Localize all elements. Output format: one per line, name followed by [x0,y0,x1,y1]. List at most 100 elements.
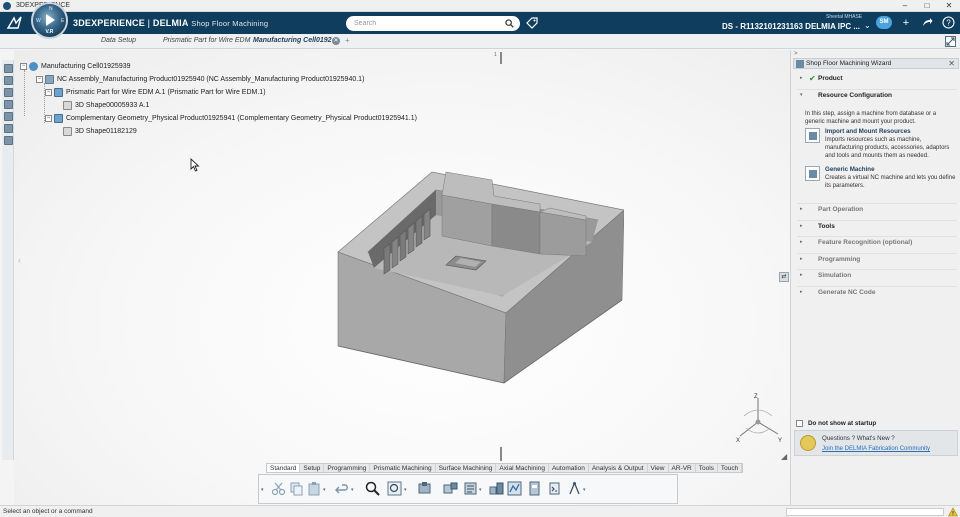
chevron-right-icon[interactable]: > [794,51,798,57]
tree-view-icon[interactable] [4,124,13,133]
tree-node-complementary-geometry[interactable]: − Complementary Geometry_Physical Produc… [45,114,417,123]
wizard-step-product[interactable]: ▸ ✔ Product [797,73,957,85]
add-tab-button[interactable]: + [345,36,350,45]
close-tab-icon[interactable]: ✕ [332,37,340,45]
close-icon[interactable]: ✕ [948,59,955,68]
chevron-down-icon[interactable]: ▾ [261,487,264,493]
resize-corner-icon[interactable]: ◢ [781,452,787,461]
action-tab-automation[interactable]: Automation [549,464,589,472]
share-icon[interactable] [920,16,934,30]
tree-options-icon[interactable] [4,136,13,145]
tree-node-3d-shape-01182129[interactable]: 3D Shape01182129 [63,127,137,136]
chevron-down-icon[interactable]: ▾ [800,92,803,98]
paste-icon[interactable] [307,481,322,496]
tree-collapse-toggle[interactable]: − [20,63,27,70]
chevron-right-icon[interactable]: ▸ [800,256,803,262]
wizard-step-feature-recognition[interactable]: ▸ Feature Recognition (optional) [797,236,957,248]
chevron-right-icon[interactable]: ▸ [800,223,803,229]
help-icon[interactable]: ? [941,16,955,30]
chevron-down-icon[interactable]: ▾ [479,487,482,493]
compass-quadrant-west[interactable]: W [36,18,41,24]
help-question[interactable]: Questions ? What's New ? [822,435,895,442]
tab-manufacturing-cell[interactable]: Manufacturing Cell0192 [253,37,332,44]
compass-quadrant-east[interactable]: E [61,18,64,24]
wizard-step-part-operation[interactable]: ▸ Part Operation [797,203,957,215]
warning-icon[interactable] [948,507,958,517]
import-mount-resources-item[interactable]: Import and Mount Resources Imports resou… [805,128,957,160]
wizard-step-programming[interactable]: ▸ Programming [797,253,957,265]
ds-logo-icon[interactable] [6,15,24,31]
program-icon[interactable] [463,481,478,496]
action-tab-standard[interactable]: Standard [267,464,301,472]
tree-expand-icon[interactable] [4,76,13,85]
wizard-step-resource-configuration[interactable]: ▾ Resource Configuration [797,89,957,101]
output-icon[interactable] [527,481,542,496]
compass-widget[interactable]: N W E V.R [31,2,68,39]
tree-toggle-icon[interactable] [4,64,13,73]
action-bar-slider[interactable] [500,447,502,461]
play-icon[interactable] [46,14,55,26]
tree-collapse-toggle[interactable]: − [45,89,52,96]
tree-node-manufacturing-cell[interactable]: − Manufacturing Cell01925939 [20,62,131,71]
community-link[interactable]: Join the DELMIA Fabrication Community [822,446,930,452]
panel-toggle-icon[interactable]: ⇄ [779,272,789,282]
3d-viewport[interactable]: 1 − Manufacturing Cell01925939 − NC Asse… [14,50,790,505]
maximize-button[interactable]: □ [916,0,938,12]
chevron-right-icon[interactable]: ▸ [800,239,803,245]
chevron-down-icon[interactable]: ▾ [404,487,407,493]
action-tab-setup[interactable]: Setup [300,464,325,472]
search-icon[interactable] [505,19,514,28]
action-tab-programming[interactable]: Programming [324,464,371,472]
action-tab-tools[interactable]: Tools [696,464,718,472]
tree-slider[interactable] [500,52,502,64]
simulation-icon[interactable] [489,481,504,496]
chevron-down-icon[interactable]: ▾ [351,487,354,493]
chevron-right-icon[interactable]: ▸ [800,206,803,212]
action-tab-view[interactable]: View [648,464,669,472]
fullscreen-icon[interactable] [945,36,956,47]
action-tab-axial-machining[interactable]: Axial Machining [496,464,549,472]
tool-path-icon[interactable] [507,481,522,496]
chevron-down-icon[interactable]: ▾ [583,487,586,493]
tree-search-icon[interactable] [4,100,13,109]
chevron-down-icon[interactable]: ▾ [323,487,326,493]
minimize-button[interactable]: – [894,0,916,12]
command-input[interactable] [786,508,944,516]
3d-part-model[interactable] [324,160,624,385]
avatar[interactable]: SM [876,16,892,29]
tab-prismatic-part[interactable]: Prismatic Part for Wire EDM [163,37,250,44]
add-icon[interactable]: + [899,16,913,30]
compass-tool-icon[interactable] [567,481,582,496]
wizard-step-simulation[interactable]: ▸ Simulation [797,269,957,281]
undo-icon[interactable] [335,481,350,496]
tree-node-nc-assembly[interactable]: − NC Assembly_Manufacturing Product01925… [36,75,364,84]
part-operation-icon[interactable] [443,481,458,496]
tree-layout-icon[interactable] [4,112,13,121]
tree-collapse-toggle[interactable]: − [45,115,52,122]
do-not-show-checkbox[interactable] [796,420,803,427]
zoom-icon[interactable] [365,481,380,496]
tree-filter-icon[interactable] [4,88,13,97]
wizard-step-generate-nc-code[interactable]: ▸ Generate NC Code [797,286,957,298]
chevron-right-icon[interactable]: ▸ [800,272,803,278]
action-tab-analysis-output[interactable]: Analysis & Output [589,464,648,472]
action-tab-surface-machining[interactable]: Surface Machining [436,464,497,472]
fit-all-icon[interactable] [387,481,402,496]
axis-compass[interactable]: Z X Y [728,392,788,447]
copy-icon[interactable] [289,481,304,496]
action-tab-touch[interactable]: Touch [718,464,743,472]
wizard-step-tools[interactable]: ▸ Tools [797,220,957,232]
platform-selector[interactable]: DS - R1132101231163 DELMIA IPC ... [722,22,860,31]
generic-machine-item[interactable]: Generic Machine Creates a virtual NC mac… [805,166,957,192]
cut-icon[interactable] [271,481,286,496]
nc-code-icon[interactable] [547,481,562,496]
tab-data-setup[interactable]: Data Setup [101,37,136,44]
tree-collapse-toggle[interactable]: − [36,76,43,83]
close-window-button[interactable]: ✕ [938,0,960,12]
chevron-right-icon[interactable]: ▸ [800,75,803,81]
tree-node-prismatic-part[interactable]: − Prismatic Part for Wire EDM A.1 (Prism… [45,88,266,97]
chevron-down-icon[interactable]: ⌄ [864,21,871,30]
collapse-left-icon[interactable]: ‹ [18,255,21,265]
chevron-right-icon[interactable]: ▸ [800,289,803,295]
search-input[interactable] [354,20,499,27]
